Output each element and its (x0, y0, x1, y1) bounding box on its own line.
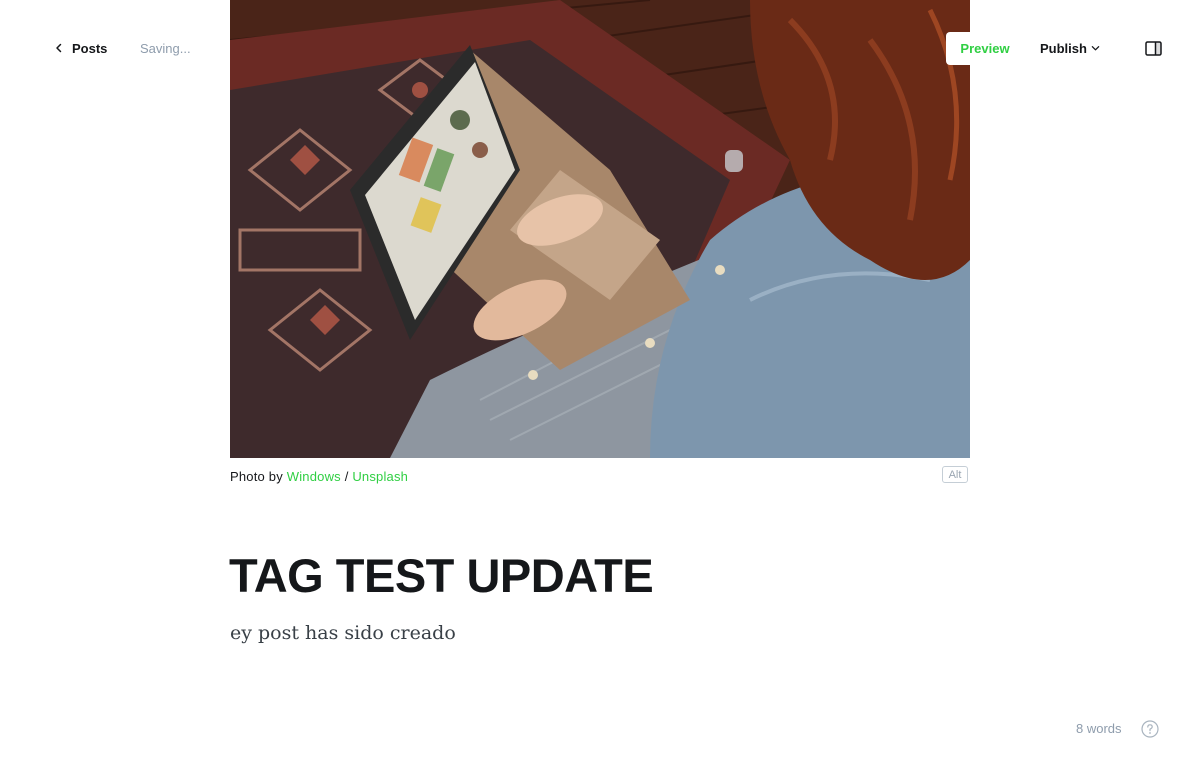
caption-separator: / (344, 469, 349, 484)
caption-source-link[interactable]: Unsplash (352, 469, 408, 484)
settings-sidebar-toggle[interactable] (1136, 32, 1170, 65)
chevron-left-icon (56, 43, 62, 53)
editor-page: Posts Saving... Preview Publish Photo by… (0, 0, 1200, 776)
back-to-posts-link[interactable]: Posts (54, 38, 107, 58)
image-caption[interactable]: Photo by Windows / Unsplash (230, 469, 408, 484)
post-title[interactable]: TAG TEST UPDATE (229, 548, 654, 603)
chevron-down-icon (1091, 46, 1100, 51)
back-link-label: Posts (72, 40, 108, 56)
save-status: Saving... (140, 41, 191, 56)
caption-author-link[interactable]: Windows (287, 469, 341, 484)
publish-button[interactable]: Publish (1040, 32, 1100, 65)
alt-text-button[interactable]: Alt (942, 466, 968, 483)
feature-image[interactable] (230, 0, 970, 458)
caption-prefix: Photo by (230, 469, 283, 484)
question-circle-icon[interactable] (1141, 720, 1159, 738)
post-body[interactable]: ey post has sido creado (230, 622, 456, 644)
sidebar-toggle-icon (1144, 41, 1162, 56)
preview-button[interactable]: Preview (946, 32, 1024, 65)
publish-button-label: Publish (1040, 41, 1087, 56)
word-count: 8 words (1076, 721, 1122, 736)
